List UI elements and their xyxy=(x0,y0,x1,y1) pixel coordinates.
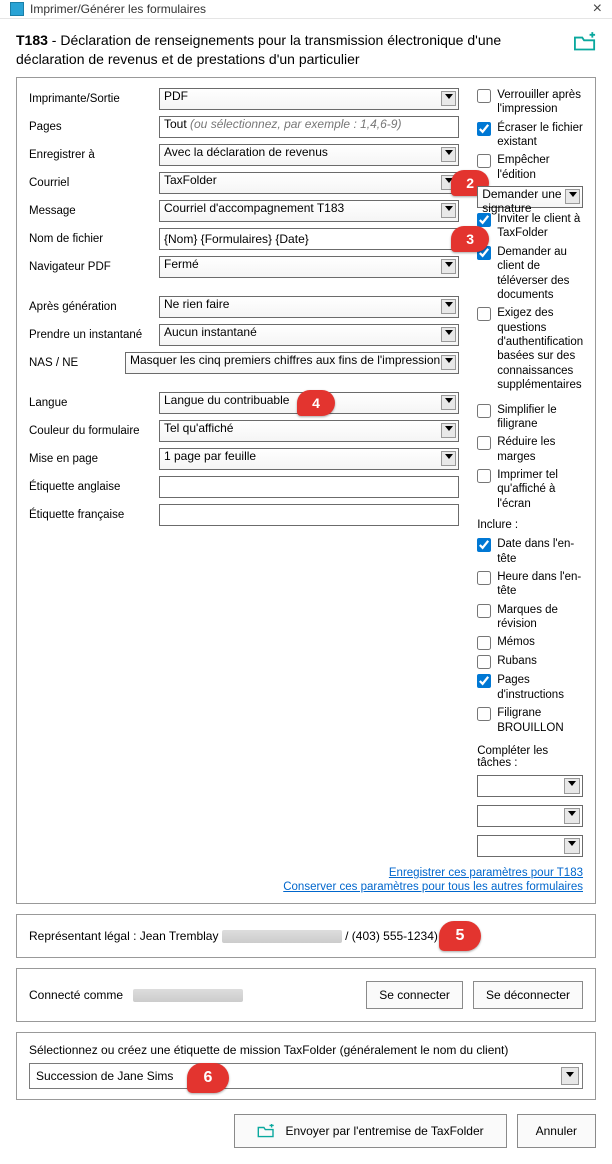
marques-checkbox[interactable]: Marques de révision xyxy=(477,603,583,632)
tache-select-2[interactable] xyxy=(477,805,583,827)
step-badge-6: 6 xyxy=(187,1063,229,1093)
title-bar: Imprimer/Générer les formulaires × xyxy=(0,0,612,19)
rubans-checkbox[interactable]: Rubans xyxy=(477,654,583,669)
nas-label: NAS / NE xyxy=(29,357,117,369)
date-entete-checkbox[interactable]: Date dans l'en-tête xyxy=(477,537,583,566)
chevron-down-icon xyxy=(565,189,580,204)
imprimante-select[interactable]: PDF xyxy=(159,88,459,110)
chevron-down-icon xyxy=(441,423,456,438)
courriel-label: Courriel xyxy=(29,177,151,189)
etiquette-ang-label: Étiquette anglaise xyxy=(29,481,151,493)
chevron-down-icon xyxy=(564,838,580,854)
etiquette-fra-input[interactable] xyxy=(159,504,459,526)
tag-prompt: Sélectionnez ou créez une étiquette de m… xyxy=(29,1043,583,1057)
chevron-down-icon xyxy=(441,327,456,342)
tag-value: Succession de Jane Sims xyxy=(36,1069,173,1083)
exigez-checkbox[interactable]: Exigez des questions d'authentification … xyxy=(477,306,583,392)
pages-label: Pages xyxy=(29,121,151,133)
mise-label: Mise en page xyxy=(29,453,151,465)
cancel-button[interactable]: Annuler xyxy=(517,1114,596,1148)
empecher-checkbox[interactable]: Empêcher l'édition xyxy=(477,153,583,182)
demander-televerser-checkbox[interactable]: Demander au client de téléverser des doc… xyxy=(477,245,583,303)
open-folder-icon[interactable] xyxy=(574,33,596,51)
connection-panel: Connecté comme Se connecter Se déconnect… xyxy=(16,968,596,1022)
pages-instructions-checkbox[interactable]: Pages d'instructions xyxy=(477,673,583,702)
chevron-down-icon xyxy=(441,451,456,466)
chevron-down-icon xyxy=(441,203,456,218)
langue-label: Langue xyxy=(29,397,151,409)
heure-entete-checkbox[interactable]: Heure dans l'en-tête xyxy=(477,570,583,599)
page-title: T183 - Déclaration de renseignements pou… xyxy=(16,31,566,69)
imprimer-tel-checkbox[interactable]: Imprimer tel qu'affiché à l'écran xyxy=(477,468,583,511)
step-badge-5: 5 xyxy=(439,921,481,951)
chevron-down-icon xyxy=(564,778,580,794)
redacted-user xyxy=(133,989,243,1002)
connected-as-label: Connecté comme xyxy=(29,988,123,1002)
chevron-down-icon xyxy=(441,299,456,314)
close-icon[interactable]: × xyxy=(593,0,602,18)
tache-select-1[interactable] xyxy=(477,775,583,797)
nom-fichier-label: Nom de fichier xyxy=(29,233,151,245)
rep-name: Jean Tremblay xyxy=(140,929,219,943)
chevron-down-icon xyxy=(441,147,456,162)
se-deconnecter-button[interactable]: Se déconnecter xyxy=(473,981,583,1009)
nom-fichier-input[interactable] xyxy=(159,228,459,250)
pages-input[interactable]: Tout (ou sélectionnez, par exemple : 1,4… xyxy=(159,116,459,138)
memos-checkbox[interactable]: Mémos xyxy=(477,635,583,650)
chevron-down-icon xyxy=(441,395,456,410)
enregistrer-label: Enregistrer à xyxy=(29,149,151,161)
filigrane-checkbox[interactable]: Filigrane BROUILLON xyxy=(477,706,583,735)
couleur-select[interactable]: Tel qu'affiché xyxy=(159,420,459,442)
apres-label: Après génération xyxy=(29,301,151,313)
save-params-all-link[interactable]: Conserver ces paramètres pour tous les a… xyxy=(29,881,583,893)
step-badge-4: 4 xyxy=(297,390,335,416)
instantane-select[interactable]: Aucun instantané xyxy=(159,324,459,346)
save-params-t183-link[interactable]: Enregistrer ces paramètres pour T183 xyxy=(29,867,583,879)
mise-select[interactable]: 1 page par feuille xyxy=(159,448,459,470)
chevron-down-icon xyxy=(441,355,456,370)
message-select[interactable]: Courriel d'accompagnement T183 xyxy=(159,200,459,222)
step-badge-3: 3 xyxy=(451,226,489,252)
chevron-down-icon xyxy=(441,259,456,274)
demander-signature-select[interactable]: Demander une signature xyxy=(477,186,583,208)
window-title: Imprimer/Générer les formulaires xyxy=(30,2,206,16)
rep-phone: / (403) 555-1234) xyxy=(345,929,438,943)
enregistrer-select[interactable]: Avec la déclaration de revenus xyxy=(159,144,459,166)
simplifier-checkbox[interactable]: Simplifier le filigrane xyxy=(477,403,583,432)
completer-heading: Compléter les tâches : xyxy=(477,745,583,769)
verrouiller-checkbox[interactable]: Verrouiller après l'impression xyxy=(477,88,583,117)
couleur-label: Couleur du formulaire xyxy=(29,425,151,437)
etiquette-fra-label: Étiquette française xyxy=(29,509,151,521)
navigateur-label: Navigateur PDF xyxy=(29,261,151,273)
inviter-checkbox[interactable]: Inviter le client à TaxFolder xyxy=(477,212,583,241)
apres-select[interactable]: Ne rien faire xyxy=(159,296,459,318)
chevron-down-icon xyxy=(564,808,580,824)
courriel-select[interactable]: TaxFolder xyxy=(159,172,459,194)
app-icon xyxy=(10,2,24,16)
instantane-label: Prendre un instantané xyxy=(29,329,151,341)
ecraser-checkbox[interactable]: Écraser le fichier existant xyxy=(477,121,583,150)
reduire-checkbox[interactable]: Réduire les marges xyxy=(477,435,583,464)
send-taxfolder-button[interactable]: Envoyer par l'entremise de TaxFolder xyxy=(234,1114,506,1148)
etiquette-ang-input[interactable] xyxy=(159,476,459,498)
tag-panel: Sélectionnez ou créez une étiquette de m… xyxy=(16,1032,596,1100)
inclure-heading: Inclure : xyxy=(477,519,583,531)
redacted-info xyxy=(222,930,342,943)
navigateur-select[interactable]: Fermé xyxy=(159,256,459,278)
message-label: Message xyxy=(29,205,151,217)
se-connecter-button[interactable]: Se connecter xyxy=(366,981,463,1009)
tag-select[interactable]: Succession de Jane Sims xyxy=(29,1063,583,1089)
tache-select-3[interactable] xyxy=(477,835,583,857)
nas-select[interactable]: Masquer les cinq premiers chiffres aux f… xyxy=(125,352,459,374)
main-options-panel: Imprimante/Sortie PDF Pages Tout (ou sélec… xyxy=(16,77,596,904)
rep-label: Représentant légal : xyxy=(29,929,136,943)
legal-rep-panel: Représentant légal : Jean Tremblay / (40… xyxy=(16,914,596,958)
chevron-down-icon xyxy=(441,91,456,106)
folder-send-icon xyxy=(257,1124,275,1138)
imprimante-label: Imprimante/Sortie xyxy=(29,93,151,105)
chevron-down-icon xyxy=(561,1067,579,1085)
